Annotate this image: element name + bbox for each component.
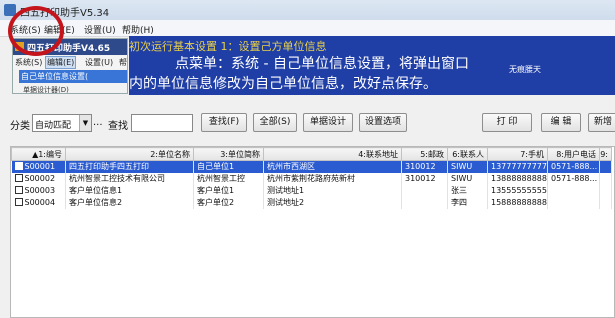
cell-name: 杭州智景工控技术有限公司 <box>65 172 194 185</box>
cell-id: S00004 <box>11 196 66 209</box>
cell-contact: SIWU <box>447 172 488 185</box>
cell-address: 杭州市紫荆花路府苑新村 <box>263 172 402 185</box>
banner-heading: 初次运行基本设置 1：设置己方单位信息 <box>129 40 327 53</box>
inner-menu-bar: 系统(S) 编辑(E) 设置(U) 帮 <box>13 56 127 69</box>
menu-settings[interactable]: 设置(U) <box>84 23 116 36</box>
show-all-button[interactable]: 全部(S) <box>253 113 297 132</box>
records-table: ▲1:编号 2:单位名称 3:单位简称 4:联系地址 5:邮政 6:联系人 7:… <box>10 146 615 318</box>
cell-mobile: 13888888888 <box>487 172 548 185</box>
menu-bar: 系统(S) 编辑(E) 设置(U) 帮助(H) <box>0 20 615 37</box>
col-header-contact[interactable]: 6:联系人 <box>447 147 488 161</box>
app-window: 四五打印助手V5.34 系统(S) 编辑(E) 设置(U) 帮助(H) 四五打印… <box>0 0 615 318</box>
cell-postcode: 310012 <box>401 160 448 173</box>
category-label: 分类 <box>10 121 30 132</box>
cell-short-name: 自己单位1 <box>193 160 264 173</box>
table-row[interactable]: S00002 杭州智景工控技术有限公司 杭州智景工控 杭州市紫荆花路府苑新村 3… <box>11 172 612 185</box>
add-button[interactable]: 新增 <box>588 113 615 132</box>
category-select[interactable]: 自动匹配 ▼ <box>32 114 92 132</box>
inner-menu-help: 帮 <box>119 58 127 67</box>
inner-menu-system: 系统(S) <box>15 58 43 67</box>
print-button[interactable]: 打 印 <box>482 113 532 132</box>
col-header-id[interactable]: ▲1:编号 <box>11 147 66 161</box>
banner-line-3: 内的单位信息修改为自己单位信息，改好点保存。 <box>129 76 437 92</box>
inner-highlighted-item: 自己单位信息设置( <box>19 70 127 83</box>
search-input[interactable] <box>131 114 193 132</box>
cell-9 <box>599 184 612 197</box>
inner-highlight-label: 自己单位信息设置( <box>21 72 89 81</box>
form-designer-button[interactable]: 单据设计 <box>303 113 353 132</box>
cell-9 <box>599 196 612 209</box>
id-text: S00001 <box>24 162 56 172</box>
cell-id: S00003 <box>11 184 66 197</box>
cell-short-name: 客户单位2 <box>193 196 264 209</box>
cell-id: S00002 <box>11 172 66 185</box>
cell-address: 测试地址1 <box>263 184 402 197</box>
notice-banner: 初次运行基本设置 1：设置己方单位信息 点菜单：系统 - 自己单位信息设置，将弹… <box>129 36 615 95</box>
col-header-9[interactable]: 9: <box>599 147 612 161</box>
col-header-phone[interactable]: 8:用户电话 <box>547 147 600 161</box>
cell-postcode <box>401 184 448 197</box>
col-header-address[interactable]: 4:联系地址 <box>263 147 402 161</box>
cell-name: 客户单位信息1 <box>65 184 194 197</box>
cell-mobile: 15888888888 <box>487 196 548 209</box>
cell-short-name: 杭州智景工控 <box>193 172 264 185</box>
cell-postcode: 310012 <box>401 172 448 185</box>
row-checkbox[interactable] <box>14 198 23 206</box>
row-checkbox[interactable] <box>14 174 23 182</box>
cell-phone: 0571-888... <box>547 160 600 173</box>
col-header-mobile[interactable]: 7:手机 <box>487 147 548 161</box>
cell-9 <box>599 172 612 185</box>
col-header-postcode[interactable]: 5:邮政 <box>401 147 448 161</box>
id-text: S00004 <box>24 198 56 207</box>
cell-id: S00001 <box>11 160 66 173</box>
inner-menu-edit: 编辑(E) <box>45 56 77 69</box>
cell-name: 客户单位信息2 <box>65 196 194 209</box>
table-header: ▲1:编号 2:单位名称 3:单位简称 4:联系地址 5:邮政 6:联系人 7:… <box>11 147 612 161</box>
more-button[interactable]: ... <box>93 117 103 128</box>
row-checkbox[interactable] <box>14 186 23 194</box>
table-row[interactable]: S00004 客户单位信息2 客户单位2 测试地址2 李四 1588888888… <box>11 196 612 209</box>
search-button[interactable]: 查找(F) <box>201 113 247 132</box>
cell-address: 杭州市西湖区 <box>263 160 402 173</box>
cell-phone <box>547 184 600 197</box>
cell-phone <box>547 196 600 209</box>
cell-name: 四五打印助手四五打印 <box>65 160 194 173</box>
cell-phone: 0571-888... <box>547 172 600 185</box>
cell-contact: 李四 <box>447 196 488 209</box>
col-header-name[interactable]: 2:单位名称 <box>65 147 194 161</box>
cell-contact: SIWU <box>447 160 488 173</box>
inner-menu-settings: 设置(U) <box>85 58 114 67</box>
table-row[interactable]: S00003 客户单位信息1 客户单位1 测试地址1 张三 1355555555… <box>11 184 612 197</box>
cell-postcode <box>401 196 448 209</box>
id-text: S00003 <box>24 186 56 195</box>
menu-help[interactable]: 帮助(H) <box>122 23 154 36</box>
id-text: S00002 <box>24 174 56 183</box>
cell-contact: 张三 <box>447 184 488 197</box>
cell-short-name: 客户单位1 <box>193 184 264 197</box>
cell-mobile: 13777777777 <box>487 160 548 173</box>
row-checkbox[interactable] <box>14 162 23 171</box>
toolbar: 分类 自动匹配 ▼ ... 查找 查找(F) 全部(S) 单据设计 设置选项 打… <box>0 110 615 136</box>
settings-options-button[interactable]: 设置选项 <box>359 113 407 132</box>
cell-9 <box>599 160 612 173</box>
edit-button[interactable]: 编 辑 <box>541 113 581 132</box>
inner-next-item: 单据设计器(D) <box>23 86 69 94</box>
cell-mobile: 13555555555 <box>487 184 548 197</box>
chevron-down-icon[interactable]: ▼ <box>79 115 91 131</box>
annotation-circle <box>8 6 64 56</box>
table-row[interactable]: S00001 四五打印助手四五打印 自己单位1 杭州市西湖区 310012 SI… <box>11 160 612 173</box>
search-label: 查找 <box>108 121 128 132</box>
title-bar: 四五打印助手V5.34 <box>0 0 615 20</box>
banner-side-text: 无痕腰天 <box>509 65 541 74</box>
cell-address: 测试地址2 <box>263 196 402 209</box>
banner-line-2: 点菜单：系统 - 自己单位信息设置，将弹出窗口 <box>175 56 469 72</box>
category-value: 自动匹配 <box>35 121 72 131</box>
col-header-short-name[interactable]: 3:单位简称 <box>193 147 264 161</box>
